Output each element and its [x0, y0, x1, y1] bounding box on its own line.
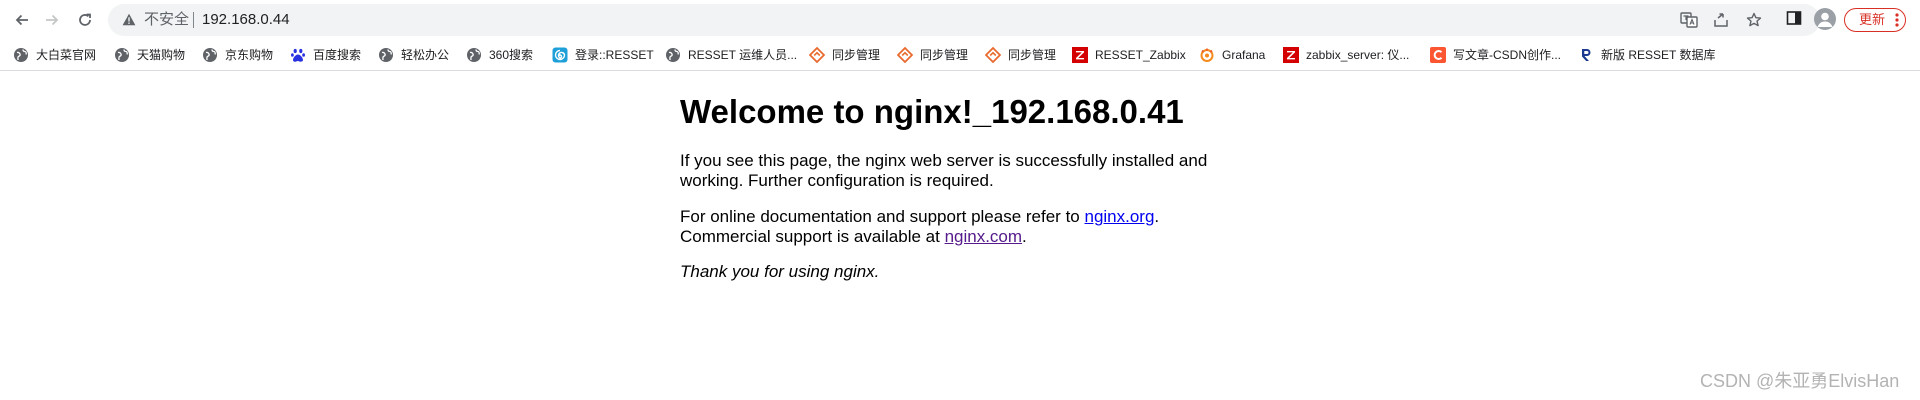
bookmark-item[interactable]: 360搜索 — [466, 45, 533, 65]
bookmark-label: RESSET_Zabbix — [1095, 48, 1186, 62]
bookmark-item[interactable]: 天猫购物 — [114, 45, 185, 65]
thanks-text: Thank you for using nginx. — [680, 262, 880, 281]
reload-button[interactable] — [73, 8, 97, 32]
bookmark-label: 写文章-CSDN创作... — [1453, 48, 1562, 62]
bookmark-item[interactable]: 同步管理 — [809, 45, 880, 65]
baidu-paw-icon — [290, 47, 306, 63]
bookmark-item[interactable]: zabbix_server: 仪... — [1283, 45, 1409, 65]
bookmark-label: 轻松办公 — [401, 48, 450, 62]
bookmark-item[interactable]: 同步管理 — [897, 45, 968, 65]
grafana-icon — [1199, 47, 1215, 63]
csdn-watermark: CSDN @朱亚勇ElvisHan — [1700, 371, 1900, 391]
star-bookmark-icon[interactable] — [1745, 11, 1763, 29]
update-button[interactable]: 更新 — [1844, 8, 1906, 32]
back-button[interactable] — [10, 8, 34, 32]
nginx-org-link[interactable]: nginx.org — [1084, 207, 1154, 226]
bookmark-label: 360搜索 — [489, 48, 534, 62]
bookmark-label: RESSET 运维人员... — [688, 48, 798, 62]
bookmark-label: 同步管理 — [920, 48, 969, 62]
translate-icon[interactable] — [1680, 11, 1698, 29]
support-period: . — [1154, 207, 1160, 226]
warning-triangle-icon[interactable] — [122, 13, 136, 31]
update-label: 更新 — [1859, 12, 1886, 27]
person-icon — [1817, 12, 1833, 27]
diamond-logo-icon — [897, 47, 913, 63]
bookmarks-bar: 大白菜官网 天猫购物 京东购物 百度搜索 轻松办公 360搜索 登录::RESS… — [0, 40, 1920, 71]
globe-icon — [114, 47, 130, 63]
bookmark-item[interactable]: 写文章-CSDN创作... — [1430, 45, 1561, 65]
globe-icon — [665, 47, 681, 63]
bookmark-item[interactable]: Grafana — [1199, 45, 1265, 65]
diamond-logo-icon — [985, 47, 1001, 63]
bookmark-item[interactable]: 大白菜官网 — [13, 45, 96, 65]
forward-button[interactable] — [40, 8, 64, 32]
bookmark-label: 新版 RESSET 数据库 — [1601, 48, 1716, 62]
bookmark-label: 大白菜官网 — [36, 48, 97, 62]
zabbix-z-icon — [1283, 47, 1299, 63]
back-arrow-icon — [15, 14, 28, 26]
bookmark-item[interactable]: 轻松办公 — [378, 45, 449, 65]
bookmark-label: 天猫购物 — [137, 48, 186, 62]
menu-dots-icon[interactable] — [1895, 13, 1899, 32]
browser-toolbar: 不安全 192.168.0.44 更新 — [0, 0, 1920, 40]
bookmark-label: zabbix_server: 仪... — [1306, 48, 1410, 62]
address-divider — [193, 12, 194, 28]
commercial-text: Commercial support is available at — [680, 226, 945, 246]
csdn-c-icon — [1430, 47, 1446, 63]
bookmark-item[interactable]: 同步管理 — [985, 45, 1056, 65]
bookmark-label: 京东购物 — [225, 48, 274, 62]
bookmark-item[interactable]: 新版 RESSET 数据库 — [1578, 45, 1715, 65]
support-text: For online documentation and support ple… — [680, 207, 1085, 226]
globe-icon — [202, 47, 218, 63]
globe-icon — [378, 47, 394, 63]
page-title: Welcome to nginx!_192.168.0.41 — [680, 93, 1184, 130]
commercial-period: . — [1022, 226, 1027, 246]
globe-icon — [466, 47, 482, 63]
resset-r-icon — [1578, 47, 1594, 63]
support-paragraph: For online documentation and support ple… — [680, 207, 1240, 246]
side-panel-icon[interactable] — [1786, 10, 1802, 31]
nginx-com-link[interactable]: nginx.com — [945, 227, 1022, 246]
swirl-icon — [552, 47, 568, 63]
bookmark-item[interactable]: 百度搜索 — [290, 45, 361, 65]
address-bar[interactable]: 不安全 192.168.0.44 — [108, 4, 1820, 36]
bookmark-item[interactable]: RESSET_Zabbix — [1072, 45, 1186, 65]
bookmark-item[interactable]: 登录::RESSET — [552, 45, 654, 65]
bookmark-label: 同步管理 — [1008, 48, 1057, 62]
diamond-logo-icon — [809, 47, 825, 63]
bookmark-label: Grafana — [1222, 48, 1266, 62]
globe-icon — [13, 47, 29, 63]
forward-arrow-icon — [46, 14, 59, 26]
bookmark-item[interactable]: 京东购物 — [202, 45, 273, 65]
bookmark-label: 登录::RESSET — [575, 48, 654, 62]
profile-avatar[interactable] — [1814, 8, 1836, 30]
url-text[interactable]: 192.168.0.44 — [202, 11, 290, 29]
page-content: Welcome to nginx!_192.168.0.41 If you se… — [680, 92, 1240, 282]
share-icon[interactable] — [1712, 11, 1730, 29]
bookmark-item[interactable]: RESSET 运维人员... — [665, 45, 797, 65]
bookmark-label: 百度搜索 — [313, 48, 362, 62]
security-label[interactable]: 不安全 — [144, 12, 189, 28]
zabbix-z-icon — [1072, 47, 1088, 63]
reload-icon — [79, 13, 91, 26]
intro-paragraph: If you see this page, the nginx web serv… — [680, 151, 1208, 190]
bookmark-label: 同步管理 — [832, 48, 881, 62]
